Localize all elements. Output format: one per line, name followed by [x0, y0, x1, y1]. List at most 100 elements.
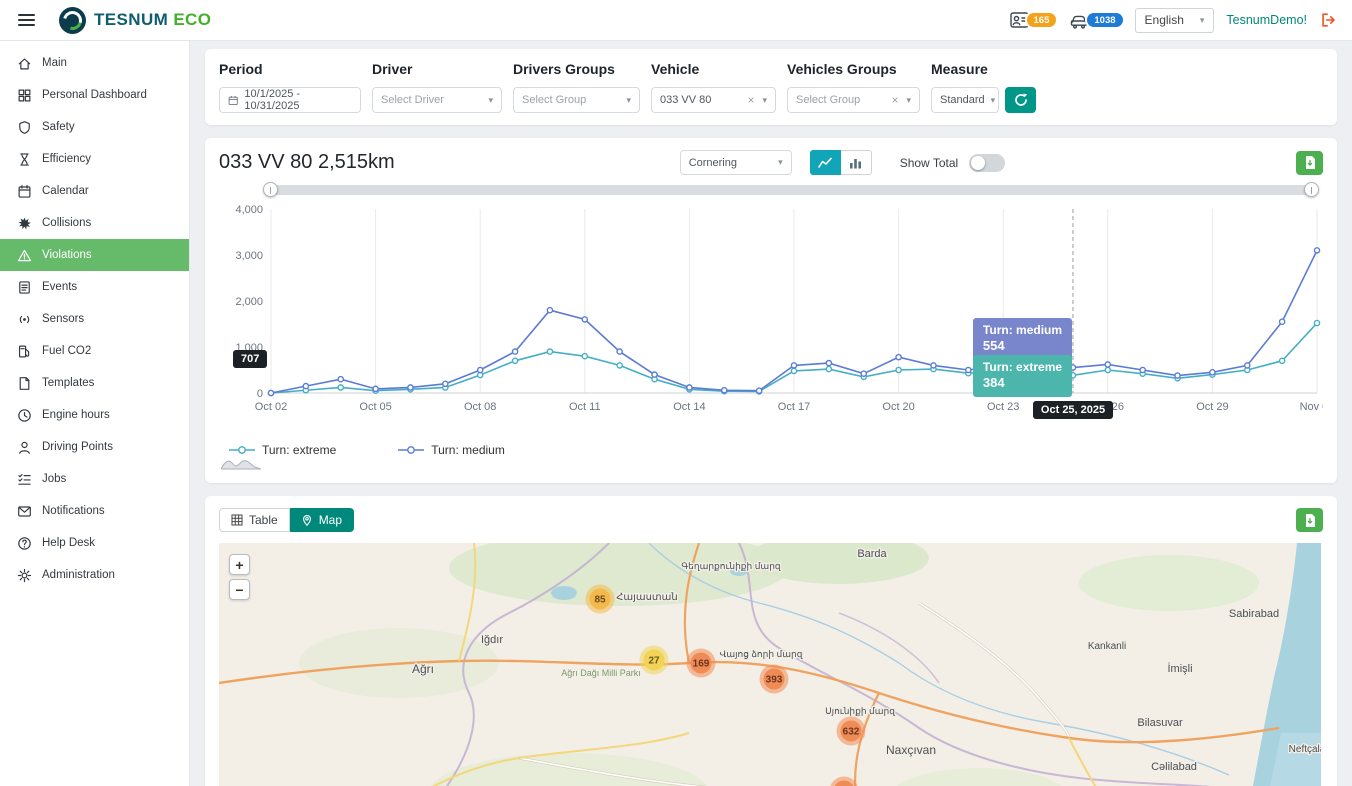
show-total-toggle[interactable]: [969, 154, 1005, 172]
tooltip-extreme-value: 384: [983, 375, 1062, 392]
map-export-button[interactable]: [1296, 508, 1323, 532]
measure-select[interactable]: Standard ▾: [931, 87, 999, 113]
cluster-count: 632: [843, 727, 860, 738]
cluster-count: 393: [766, 675, 783, 686]
sidebar-item-jobs[interactable]: Jobs: [0, 463, 189, 495]
gear-icon: [17, 568, 32, 583]
sidebar-item-sensors[interactable]: Sensors: [0, 303, 189, 335]
metric-value: Cornering: [689, 157, 737, 169]
sidebar-item-label: Administration: [42, 569, 115, 581]
sidebar-item-templates[interactable]: Templates: [0, 367, 189, 399]
sidebar-item-label: Safety: [42, 121, 75, 133]
bar-chart-icon: [849, 157, 862, 169]
map-view-button[interactable]: Map: [290, 508, 354, 532]
drivers-groups-select[interactable]: Select Group ▾: [513, 87, 640, 113]
legend-item-turn-medium[interactable]: Turn: medium: [398, 443, 505, 457]
menu-toggle-icon[interactable]: [14, 10, 39, 30]
clear-icon[interactable]: ×: [747, 93, 754, 107]
sidebar-item-engine-hours[interactable]: Engine hours: [0, 399, 189, 431]
map-cluster-marker[interactable]: 85: [586, 585, 615, 614]
sidebar-item-collisions[interactable]: Collisions: [0, 207, 189, 239]
map-pin-icon: [301, 514, 313, 527]
legend-label: Turn: extreme: [262, 443, 336, 457]
legend-item-turn-extreme[interactable]: Turn: extreme: [229, 443, 336, 457]
brand: TESNUM ECO: [59, 7, 211, 34]
table-view-button[interactable]: Table: [219, 508, 290, 532]
shield-icon: [17, 120, 32, 135]
calendar-icon: [228, 95, 238, 106]
driver-select[interactable]: Select Driver ▾: [372, 87, 502, 113]
vehicle-label: Vehicle: [651, 61, 776, 77]
vehicles-groups-label: Vehicles Groups: [787, 61, 920, 77]
map-place-label: Հայաստան: [616, 592, 678, 603]
tooltip-extreme-name: Turn: extreme: [983, 360, 1062, 376]
chart-export-button[interactable]: [1296, 151, 1323, 175]
sidebar-item-calendar[interactable]: Calendar: [0, 175, 189, 207]
axis-pointer-date: Oct 25, 2025: [1033, 401, 1113, 419]
line-chart[interactable]: Oct 02Oct 05Oct 08Oct 11Oct 14Oct 17Oct …: [219, 197, 1323, 435]
events-icon: [17, 280, 32, 295]
vehicles-groups-select[interactable]: Select Group × ▾: [787, 87, 920, 113]
svg-text:Oct 17: Oct 17: [778, 401, 810, 413]
drivers-groups-placeholder: Select Group: [522, 94, 586, 106]
vehicle-select[interactable]: 033 VV 80 × ▾: [651, 87, 776, 113]
sidebar-item-notifications[interactable]: Notifications: [0, 495, 189, 527]
hourglass-icon: [17, 152, 32, 167]
sidebar-item-violations[interactable]: Violations: [0, 239, 189, 271]
username[interactable]: TesnumDemo!: [1226, 13, 1307, 27]
sidebar-item-personal-dashboard[interactable]: Personal Dashboard: [0, 79, 189, 111]
sidebar-item-events[interactable]: Events: [0, 271, 189, 303]
sidebar-item-driving-points[interactable]: Driving Points: [0, 431, 189, 463]
map-place-label: Սյունիքի մարզ: [825, 706, 895, 716]
export-file-icon: [1303, 513, 1317, 528]
chart-plot[interactable]: Oct 02Oct 05Oct 08Oct 11Oct 14Oct 17Oct …: [219, 197, 1323, 435]
sidebar-item-safety[interactable]: Safety: [0, 111, 189, 143]
logout-icon[interactable]: [1319, 11, 1338, 29]
sidebar-item-efficiency[interactable]: Efficiency: [0, 143, 189, 175]
refresh-icon: [1014, 93, 1028, 107]
svg-text:3,000: 3,000: [235, 250, 263, 262]
map-place-label: Sabirabad: [1229, 608, 1279, 620]
datazoom-handle-left[interactable]: [263, 182, 278, 197]
period-input[interactable]: 10/1/2025 - 10/31/2025: [219, 87, 361, 113]
zoom-out-button[interactable]: −: [229, 579, 250, 600]
bar-chart-button[interactable]: [841, 150, 872, 175]
dashboard-icon: [17, 88, 32, 103]
map-canvas[interactable]: BardaSabirabadKankanliİmişliBilasuvarNef…: [219, 543, 1321, 786]
drivers-count[interactable]: 165: [1009, 10, 1057, 30]
sidebar-item-administration[interactable]: Administration: [0, 559, 189, 591]
datazoom-slider[interactable]: [265, 185, 1317, 195]
map-place-label: Naxçıvan: [886, 743, 936, 757]
sidebar-item-fuel-co2[interactable]: Fuel CO2: [0, 335, 189, 367]
map-cluster-marker[interactable]: 393: [760, 665, 789, 694]
tooltip-turn-extreme: Turn: extreme 384: [973, 355, 1072, 397]
refresh-button[interactable]: [1005, 87, 1036, 113]
sidebar-item-main[interactable]: Main: [0, 47, 189, 79]
svg-text:Oct 02: Oct 02: [255, 401, 287, 413]
sidebar-item-label: Driving Points: [42, 441, 113, 453]
vehicles-count[interactable]: 1038: [1068, 10, 1122, 30]
metric-select[interactable]: Cornering ▾: [680, 150, 792, 175]
map-cluster-marker[interactable]: 27: [640, 646, 669, 675]
clear-icon[interactable]: ×: [891, 93, 898, 107]
zoom-in-button[interactable]: +: [229, 554, 250, 575]
sidebar-item-label: Help Desk: [42, 537, 95, 549]
line-chart-button[interactable]: [810, 150, 841, 175]
datazoom-handle-right[interactable]: [1304, 182, 1319, 197]
sidebar-item-label: Notifications: [42, 505, 105, 517]
sidebar-item-label: Violations: [42, 249, 92, 261]
drivers-count-badge: 165: [1027, 13, 1057, 27]
svg-text:Oct 05: Oct 05: [359, 401, 391, 413]
svg-text:Oct 20: Oct 20: [882, 401, 914, 413]
calendar-icon: [17, 184, 32, 199]
chevron-down-icon: ▾: [626, 95, 631, 106]
language-select[interactable]: English ▾: [1135, 8, 1215, 33]
brand-name-secondary: ECO: [173, 10, 211, 29]
map-place-label: Վայոց ձորի մարզ: [720, 649, 803, 659]
map-cluster-marker[interactable]: 169: [687, 649, 716, 678]
sidebar-item-help-desk[interactable]: Help Desk: [0, 527, 189, 559]
map[interactable]: + −: [219, 543, 1323, 786]
chevron-down-icon: ▾: [906, 95, 911, 106]
sidebar-item-label: Personal Dashboard: [42, 89, 147, 101]
map-cluster-marker[interactable]: 632: [837, 717, 866, 746]
